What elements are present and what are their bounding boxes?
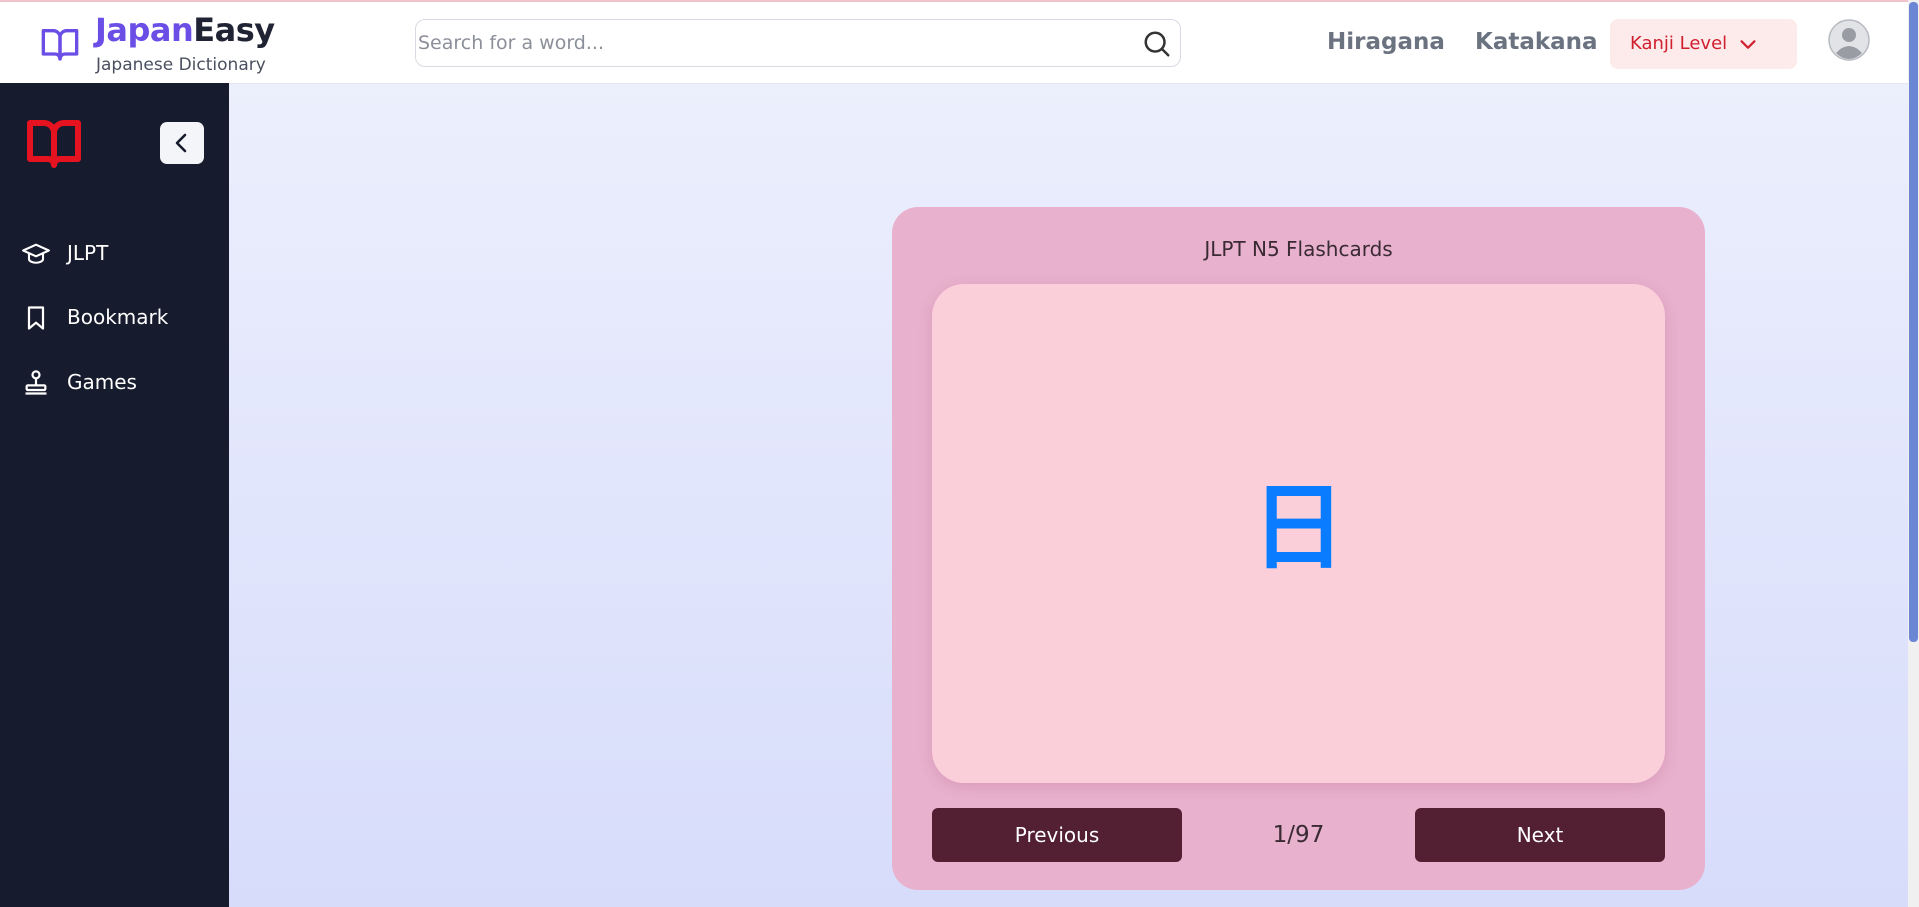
user-avatar-icon[interactable] (1828, 19, 1870, 61)
chevron-left-icon (175, 133, 187, 153)
top-header: JapanEasy Japanese Dictionary Hiragana K… (0, 2, 1908, 84)
open-book-icon[interactable] (40, 24, 80, 64)
sidebar: JLPT Bookmark Games (0, 83, 229, 907)
next-button[interactable]: Next (1415, 808, 1665, 862)
brand-subtitle: Japanese Dictionary (96, 55, 266, 75)
bookmark-icon (27, 306, 45, 330)
flashcard-counter: 1/97 (1272, 822, 1325, 848)
flashcard-character: 日 (1251, 474, 1346, 583)
graduation-cap-icon (22, 243, 50, 264)
search-box (415, 19, 1181, 67)
search-icon[interactable] (1142, 29, 1172, 59)
flashcard-panel: JLPT N5 Flashcards 日 Previous 1/97 Next (892, 207, 1705, 890)
sidebar-item-jlpt[interactable]: JLPT (0, 230, 229, 274)
main-content: JLPT N5 Flashcards 日 Previous 1/97 Next (229, 84, 1908, 907)
sidebar-item-bookmark[interactable]: Bookmark (0, 294, 229, 338)
flashcard[interactable]: 日 (932, 284, 1665, 783)
brand-name-main: Easy (193, 11, 275, 49)
sidebar-item-label: Bookmark (67, 305, 169, 329)
sidebar-item-label: JLPT (67, 241, 109, 265)
sidebar-collapse-button[interactable] (160, 122, 204, 164)
nav-katakana[interactable]: Katakana (1475, 29, 1598, 55)
joystick-icon (25, 370, 47, 395)
brand-name[interactable]: JapanEasy (95, 11, 275, 49)
sidebar-item-games[interactable]: Games (0, 359, 229, 403)
page-scrollbar-thumb[interactable] (1909, 2, 1918, 642)
brand-name-accent: Japan (95, 11, 194, 49)
kanji-level-label: Kanji Level (1630, 33, 1728, 54)
open-book-icon[interactable] (26, 117, 82, 169)
sidebar-item-label: Games (67, 370, 137, 394)
chevron-down-icon (1740, 40, 1756, 49)
flashcard-title: JLPT N5 Flashcards (1204, 237, 1393, 261)
previous-button[interactable]: Previous (932, 808, 1182, 862)
search-input[interactable] (416, 20, 1120, 66)
kanji-level-dropdown[interactable]: Kanji Level (1610, 19, 1797, 69)
nav-hiragana[interactable]: Hiragana (1327, 29, 1445, 55)
